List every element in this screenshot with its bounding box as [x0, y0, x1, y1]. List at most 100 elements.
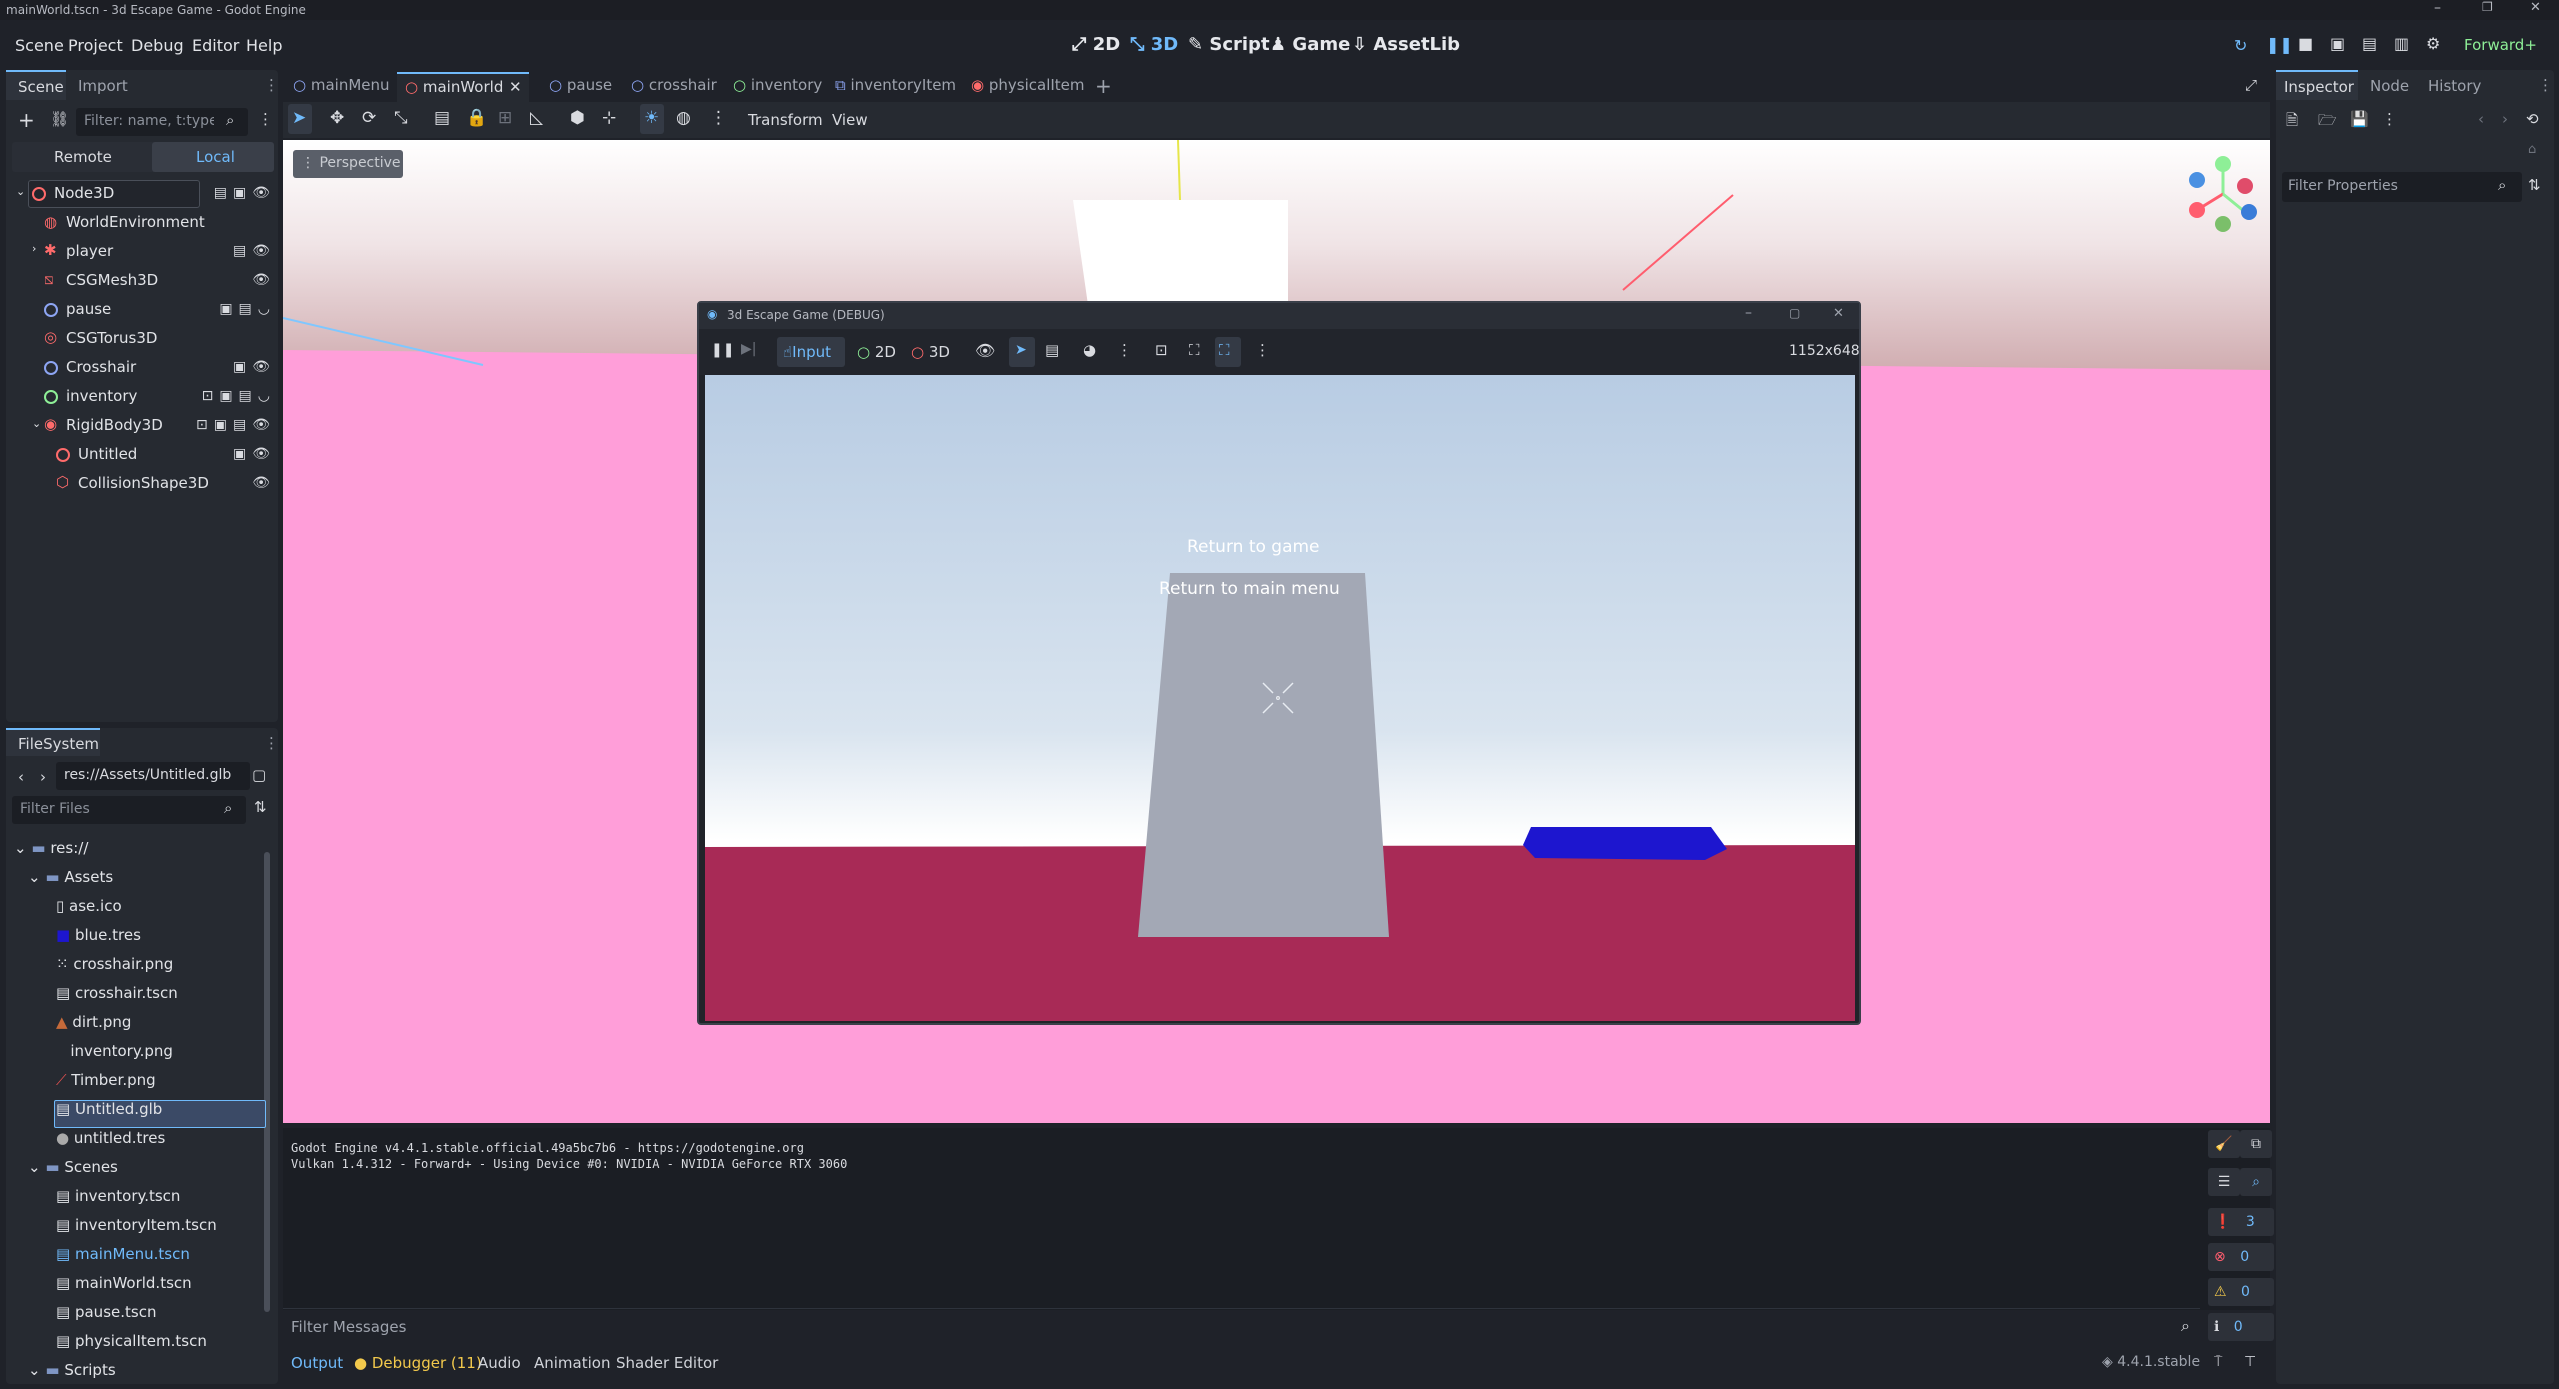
restore-window-button[interactable]: ❐ — [2482, 0, 2493, 14]
gizmo-y-icon[interactable] — [2215, 156, 2231, 172]
fs-item-file[interactable]: ● untitled.tres — [56, 1129, 165, 1157]
fs-item-selected[interactable]: ▤ Untitled.glb — [56, 1100, 162, 1128]
tree-row-player[interactable]: › ✱ player ▤👁 — [10, 238, 270, 266]
menu-project[interactable]: Project — [68, 36, 123, 55]
filter-warnings-toggle[interactable]: ⚠ 0 — [2208, 1278, 2274, 1306]
minimize-window-button[interactable]: – — [2434, 0, 2441, 16]
tab-node[interactable]: Node — [2370, 77, 2409, 95]
remote-debug-icon[interactable]: ▣ — [2330, 34, 2345, 53]
dock-menu-icon[interactable]: ⋮ — [2538, 76, 2553, 94]
sun-preview-icon[interactable]: ☀ — [644, 108, 659, 128]
bottom-tab-animation[interactable]: Animation — [534, 1354, 610, 1372]
inspector-settings-icon[interactable]: ⇅ — [2528, 176, 2541, 194]
group-scene-script-visibility-icons[interactable]: ⊡▣▤👁 — [196, 417, 276, 433]
fs-item-file[interactable]: ▤ inventory.tscn — [56, 1187, 180, 1215]
move-tool-icon[interactable]: ✥ — [330, 108, 344, 128]
script-and-visibility-icons[interactable]: ▤👁 — [233, 243, 276, 259]
close-icon[interactable]: ✕ — [1833, 306, 1844, 321]
embed-options-icon[interactable]: ⋮ — [1255, 341, 1270, 359]
menu-editor[interactable]: Editor — [192, 36, 239, 55]
tree-row-pause[interactable]: pause ▣▤◡ — [10, 296, 270, 324]
menu-scene[interactable]: Scene — [15, 36, 64, 55]
fs-item-main-scene[interactable]: ▤ mainMenu.tscn — [56, 1245, 190, 1273]
filter-info-toggle[interactable]: ℹ 0 — [2208, 1313, 2274, 1341]
scene-tab-crosshair[interactable]: ○ crosshair — [631, 76, 717, 94]
file-filter-input[interactable]: Filter Files ⌕ — [12, 796, 246, 824]
history-icon[interactable]: ⟲ — [2526, 110, 2539, 128]
snap-icon[interactable]: ⊹ — [602, 108, 616, 128]
tree-row-inventory[interactable]: inventory ⊡▣▤◡ — [10, 383, 270, 411]
next-frame-icon[interactable]: ▶| — [741, 341, 756, 357]
scene-visibility-icons[interactable]: ▣👁 — [233, 359, 276, 375]
fs-item-file[interactable]: ▤ mainWorld.tscn — [56, 1274, 192, 1302]
fs-item-scripts[interactable]: ⌄ ▬ Scripts — [28, 1361, 116, 1389]
filter-properties-input[interactable]: Filter Properties ⌕ — [2282, 172, 2522, 202]
tree-row-crosshair[interactable]: Crosshair ▣👁 — [10, 354, 270, 382]
tree-row-node3d[interactable]: ⌄ Node3D ▤▣👁 — [10, 180, 270, 208]
local-space-icon[interactable]: ⬢ — [570, 108, 585, 128]
fs-item-file[interactable]: ▤ crosshair.tscn — [56, 984, 178, 1012]
group-scene-script-visibility-icons[interactable]: ⊡▣▤◡ — [202, 388, 276, 404]
expand-arrow-icon[interactable]: › — [32, 242, 36, 255]
renderer-select[interactable]: Forward+ — [2464, 36, 2537, 54]
fs-item-scenes[interactable]: ⌄ ▬ Scenes — [28, 1158, 118, 1186]
group-icon[interactable]: ⊞ — [498, 108, 512, 128]
gizmo-z-icon[interactable] — [2189, 172, 2205, 188]
workspace-2d[interactable]: ⤢ 2D — [1072, 34, 1120, 55]
fs-item-file[interactable]: ▯ ase.ico — [56, 897, 122, 925]
maximize-icon[interactable]: ▢ — [1789, 306, 1800, 320]
filter-options-icon[interactable]: ⋮ — [258, 110, 273, 128]
visibility-icon[interactable]: 👁 — [252, 272, 276, 288]
perspective-button[interactable]: ⋮ Perspective — [293, 150, 403, 178]
collapse-arrow-icon[interactable]: ⌄ — [14, 839, 27, 857]
remote-tab[interactable]: Remote — [54, 148, 112, 166]
collapse-arrow-icon[interactable]: ⌄ — [28, 1158, 41, 1176]
tree-row-csgtorus3d[interactable]: ◎ CSGTorus3D — [10, 325, 270, 353]
tab-inspector[interactable]: Inspector — [2276, 70, 2358, 100]
scene-tab-physicalitem[interactable]: ◉ physicalItem — [971, 76, 1085, 94]
tab-scene[interactable]: Scene — [6, 70, 66, 100]
history-back-icon[interactable]: ‹ — [2478, 110, 2484, 128]
keep-aspect-icon[interactable]: ⛶ — [1189, 341, 1200, 359]
list-select-icon[interactable]: ▤ — [434, 108, 450, 128]
scene-visibility-icons[interactable]: ▣👁 — [233, 446, 276, 462]
fs-item-assets[interactable]: ⌄ ▬ Assets — [28, 868, 113, 896]
local-tab[interactable]: Local — [152, 142, 274, 172]
collapse-arrow-icon[interactable]: ⌄ — [28, 868, 41, 886]
reload-icon[interactable]: ↻ — [2234, 36, 2247, 55]
close-tab-icon[interactable]: ✕ — [509, 78, 522, 96]
fs-item-file[interactable]: ⟋ Timber.png — [56, 1071, 156, 1099]
dock-menu-icon[interactable]: ⋮ — [264, 76, 279, 94]
movie-maker-icon[interactable]: ⚙ — [2426, 34, 2440, 53]
view-gizmo[interactable] — [2183, 154, 2263, 234]
dock-menu-icon[interactable]: ⋮ — [264, 734, 279, 752]
sort-icon[interactable]: ⇅ — [254, 798, 267, 816]
bottom-tab-debugger[interactable]: ● Debugger (11) — [354, 1354, 482, 1372]
scale-tool-icon[interactable]: ⤡ — [394, 108, 408, 128]
resource-menu-icon[interactable]: ⋮ — [2382, 110, 2397, 128]
camera-icon[interactable]: ◕ — [1083, 341, 1096, 359]
pause-icon[interactable]: ❚❚ — [2266, 35, 2293, 54]
script-and-visibility-icons[interactable]: ▤▣👁 — [214, 185, 276, 201]
workspace-3d[interactable]: ⤡ 3D — [1130, 34, 1178, 55]
back-arrow-icon[interactable]: ‹ — [18, 768, 24, 786]
collapse-output-icon[interactable]: ☰ — [2208, 1168, 2240, 1196]
history-forward-icon[interactable]: › — [2502, 110, 2508, 128]
return-to-game-button[interactable]: Return to game — [1187, 537, 1320, 557]
pause-icon[interactable]: ❚❚ — [711, 342, 734, 358]
gizmo-x-icon[interactable] — [2189, 202, 2205, 218]
filter-errors-toggle[interactable]: ⊗ 0 — [2208, 1243, 2274, 1271]
scene-tab-mainworld[interactable]: ○ mainWorld ✕ — [397, 72, 529, 102]
workspace-script[interactable]: ✎ Script — [1188, 34, 1270, 55]
tab-history[interactable]: History — [2428, 77, 2481, 95]
game-viewport[interactable]: Return to game Return to main menu — [705, 375, 1855, 1021]
bottom-tab-shader-editor[interactable]: Shader Editor — [616, 1354, 718, 1372]
add-node-icon[interactable]: + — [18, 108, 35, 132]
more-options-icon[interactable]: ⋮ — [710, 108, 727, 128]
bottom-tab-output[interactable]: Output — [291, 1354, 343, 1372]
2d-mode-button[interactable]: ○ 2D — [857, 343, 896, 361]
expand-panel-icon[interactable]: ⊤ — [2244, 1354, 2256, 1370]
new-resource-icon[interactable]: 🗎 — [2286, 110, 2298, 135]
fs-item-res[interactable]: ⌄ ▬ res:// — [14, 839, 88, 867]
fs-item-file[interactable]: ▤ pause.tscn — [56, 1303, 156, 1331]
